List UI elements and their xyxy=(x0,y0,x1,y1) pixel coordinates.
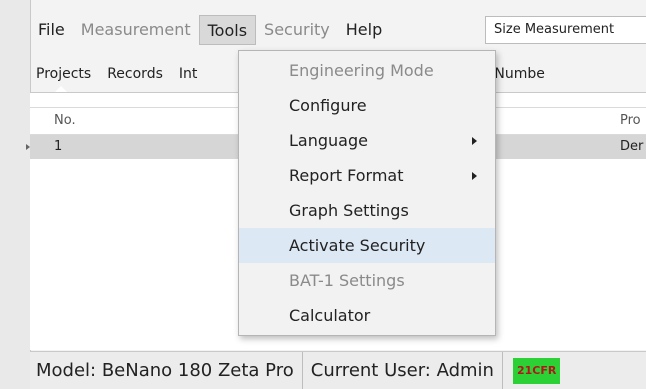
menu-item-bat1-settings[interactable]: BAT-1 Settings xyxy=(239,263,495,298)
column-header-project[interactable]: Pro xyxy=(620,108,641,134)
menu-item-graph-settings[interactable]: Graph Settings xyxy=(239,193,495,228)
tab-number[interactable]: Numbe xyxy=(486,58,552,90)
status-user: Current User: Admin xyxy=(303,351,503,389)
menu-measurement[interactable]: Measurement xyxy=(73,15,199,45)
menubar: File Measurement Tools Security Help xyxy=(30,10,390,50)
tools-dropdown-menu: Engineering Mode Configure Language Repo… xyxy=(238,50,496,336)
menu-item-calculator[interactable]: Calculator xyxy=(239,298,495,333)
measurement-type-box[interactable]: Size Measurement xyxy=(485,16,646,44)
column-header-no[interactable]: No. xyxy=(54,108,76,134)
status-bar: Model: BeNano 180 Zeta Pro Current User:… xyxy=(30,351,646,389)
tab-projects[interactable]: Projects xyxy=(30,58,99,93)
menu-item-activate-security[interactable]: Activate Security xyxy=(239,228,495,263)
menu-file[interactable]: File xyxy=(30,15,73,45)
menu-help[interactable]: Help xyxy=(338,15,390,45)
menu-item-language[interactable]: Language xyxy=(239,123,495,158)
submenu-arrow-icon xyxy=(472,137,477,145)
submenu-arrow-icon xyxy=(472,172,477,180)
tab-int[interactable]: Int xyxy=(171,58,206,90)
menu-security[interactable]: Security xyxy=(256,15,338,45)
menu-tools[interactable]: Tools xyxy=(198,15,257,45)
compliance-badge: 21CFR xyxy=(512,357,561,384)
cell-no: 1 xyxy=(54,139,63,154)
menu-item-engineering-mode[interactable]: Engineering Mode xyxy=(239,53,495,88)
row-indicator-icon xyxy=(26,144,30,150)
menu-item-configure[interactable]: Configure xyxy=(239,88,495,123)
tab-records[interactable]: Records xyxy=(99,58,171,90)
status-model: Model: BeNano 180 Zeta Pro xyxy=(30,351,303,389)
cell-project: Der xyxy=(620,139,644,154)
menu-item-report-format[interactable]: Report Format xyxy=(239,158,495,193)
